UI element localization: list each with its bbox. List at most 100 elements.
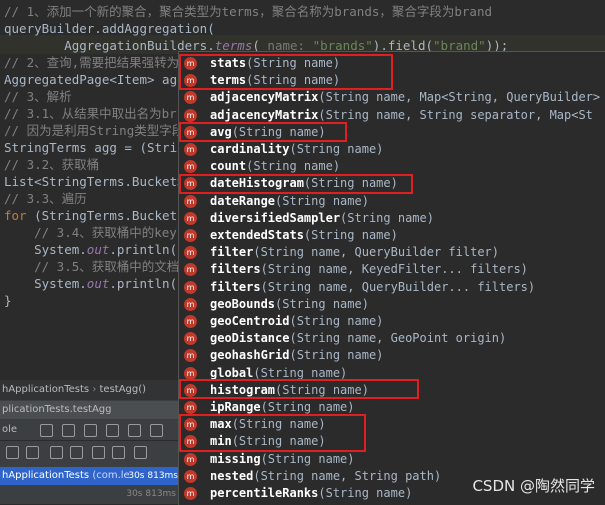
method-name: global (210, 365, 254, 380)
method-name: extendedStats (210, 228, 304, 242)
completion-item[interactable]: m filters(String name, KeyedFilter... fil… (179, 261, 605, 278)
method-icon: m (184, 108, 197, 122)
method-icon: m (184, 297, 197, 311)
test-toolbar (0, 442, 180, 462)
completion-item-label: filters(String name, KeyedFilter... filt… (210, 261, 528, 278)
code-line-4: // 2、查询,需要把结果强转为 (4, 55, 180, 70)
breadcrumb-separator: › (92, 384, 97, 395)
next-icon[interactable] (70, 446, 83, 459)
completion-item[interactable]: m geoCentroid(String name) (179, 313, 605, 330)
completion-item-label: geoBounds(String name) (210, 296, 369, 313)
method-params: (String name, String path) (253, 468, 442, 483)
method-icon: m (184, 211, 197, 225)
expand-all-icon[interactable] (6, 446, 19, 459)
completion-item[interactable]: m diversifiedSampler(String name) (179, 210, 605, 227)
previous-icon[interactable] (50, 446, 63, 459)
completion-item[interactable]: m geoBounds(String name) (179, 296, 605, 313)
method-params: (String name) (340, 210, 434, 225)
completion-item-label: missing(String name) (210, 451, 355, 468)
completion-item[interactable]: m cardinality(String name) (179, 141, 605, 158)
run-tab[interactable]: plicationTests.testAgg (0, 401, 180, 419)
stop-icon[interactable] (40, 424, 53, 437)
code-field: out (86, 276, 110, 291)
method-icon: m (184, 487, 197, 500)
annotation-highlight-box (179, 122, 347, 142)
code-line-15: System.out.println(b (4, 241, 185, 258)
code-line-1: // 1、添加一个新的聚合，聚合类型为terms，聚合名称为brands，聚合字… (4, 4, 493, 19)
code-line-17: System.out.println(b (4, 275, 185, 292)
export-icon[interactable] (106, 424, 119, 437)
code-line-7: // 3.1、从结果中取出名为br (4, 106, 177, 121)
method-icon: m (184, 332, 197, 346)
completion-item[interactable]: m extendedStats(String name) (179, 227, 605, 244)
method-params: (String name, GeoPoint origin) (289, 331, 507, 346)
completion-item[interactable]: m filters(String name, QueryBuilder... fi… (179, 279, 605, 296)
completion-item[interactable]: m missing(String name) (179, 451, 605, 468)
completion-item-label: dateRange(String name) (210, 193, 369, 210)
completion-item[interactable]: m filter(String name, QueryBuilder filter… (179, 244, 605, 261)
completion-item[interactable]: m dateRange(String name) (179, 193, 605, 210)
code-line-14: // 3.4、获取桶中的key (4, 225, 177, 240)
method-icon: m (184, 401, 197, 414)
method-icon: m (184, 452, 197, 466)
annotation-highlight-box (179, 414, 366, 452)
code-line-13: for (StringTerms.Bucket (4, 207, 177, 224)
method-params: (String name) (303, 228, 398, 242)
history-icon[interactable] (128, 424, 141, 437)
method-icon: m (184, 246, 197, 260)
method-icon: m (184, 229, 197, 242)
completion-item-label: filter(String name, QueryBuilder filter) (210, 244, 499, 261)
method-name: missing (210, 451, 261, 466)
import-icon[interactable] (84, 424, 97, 437)
settings-icon[interactable] (150, 424, 163, 437)
test-row-time: 30s 813ms (128, 471, 178, 481)
method-name: filters (210, 262, 261, 277)
code-text: (StringTerms.Bucket (26, 208, 178, 223)
completion-item[interactable]: m geohashGrid(String name) (179, 347, 605, 364)
method-params: (String name) (318, 486, 413, 500)
method-params: (String name) (275, 296, 369, 311)
code-line-8: // 因为是利用String类型字段 (4, 123, 185, 138)
method-params: (String name, QueryBuilder filter) (253, 245, 499, 260)
completion-item[interactable]: m count(String name) (179, 158, 605, 175)
console-tab-label[interactable]: ole (2, 424, 17, 435)
completion-item-label: geohashGrid(String name) (210, 347, 383, 364)
annotation-highlight-box (179, 54, 393, 90)
code-completion-popup[interactable]: m stats(String name) m terms(String name) m a… (178, 51, 605, 505)
code-line-12: // 3.3、遍历 (4, 191, 87, 206)
code-text: .println(b (109, 276, 185, 291)
method-icon: m (184, 280, 197, 294)
code-line-2: queryBuilder.addAggregation( (4, 21, 215, 36)
method-icon: m (184, 160, 197, 174)
method-icon: m (184, 469, 197, 483)
breadcrumb-method[interactable]: testAgg() (100, 384, 147, 395)
completion-item-label: adjacencyMatrix(String name, Map<String,… (210, 89, 600, 106)
completion-item[interactable]: m geoDistance(String name, GeoPoint origi… (179, 330, 605, 347)
collapse-all-icon[interactable] (26, 446, 39, 459)
test-time-2: 30s 813ms (126, 489, 176, 499)
method-params: (String name, KeyedFilter... filters) (260, 262, 528, 277)
completion-item-label: extendedStats(String name) (210, 227, 398, 244)
annotation-highlight-box (179, 379, 419, 399)
code-line-11: List<StringTerms.Bucket> (4, 174, 185, 189)
completion-item[interactable]: m adjacencyMatrix(String name, Map<String… (179, 89, 605, 106)
method-params: (String name) (289, 142, 384, 156)
code-text: System. (4, 242, 87, 257)
search-icon[interactable] (112, 446, 125, 459)
method-params: (String name, Map<String, QueryBuilder> (318, 90, 601, 105)
method-name: adjacencyMatrix (210, 107, 319, 122)
method-name: count (210, 159, 247, 174)
method-name: nested (210, 468, 254, 483)
method-name: percentileRanks (210, 486, 319, 500)
sort-icon[interactable] (62, 424, 75, 437)
code-line-18: } (4, 293, 12, 308)
code-keyword: for (4, 208, 27, 223)
completion-item-label: geoCentroid(String name) (210, 313, 383, 330)
bottom-tool-panel: hApplicationTests › testAgg() plicationT… (0, 380, 180, 504)
breadcrumb-class[interactable]: hApplicationTests (2, 384, 89, 395)
test-row[interactable]: hApplicationTests (com.le 30s 813ms (0, 467, 180, 485)
method-name: ipRange (210, 400, 261, 414)
gear-icon[interactable] (134, 446, 147, 459)
watermark: CSDN @陶然同学 (472, 477, 595, 495)
export-results-icon[interactable] (92, 446, 105, 459)
